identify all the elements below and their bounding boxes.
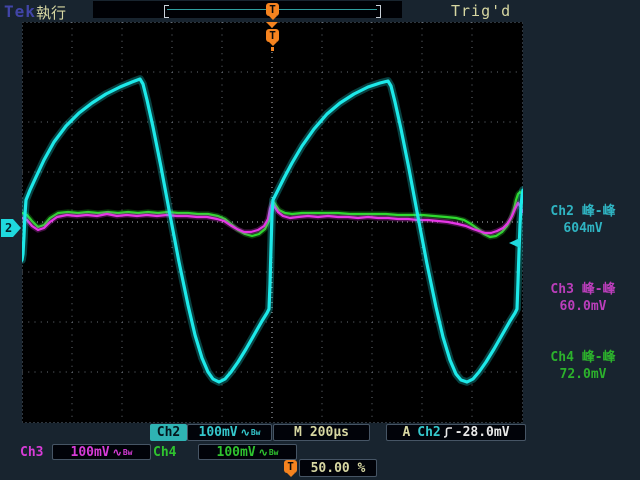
tek-logo: Tek <box>4 2 36 21</box>
ch2-position-marker: 2 <box>1 219 21 237</box>
trigger-position-readout-icon: T <box>284 460 297 473</box>
rising-slope-icon <box>443 426 453 439</box>
measurement-ch4-value: 72.0mV <box>527 366 639 383</box>
ch2-scale-readout: 100mV ∿ Bw <box>187 424 272 441</box>
ch2-coupling-icon: ∿ <box>241 426 250 439</box>
ch4-scale-value: 100mV <box>217 445 256 460</box>
measurement-ch3-value: 60.0mV <box>527 298 639 315</box>
measurement-ch4: Ch4 峰-峰 72.0mV <box>527 349 639 383</box>
ch3-channel-label: Ch3 <box>20 445 43 461</box>
ch2-channel-chip: Ch2 <box>150 424 187 441</box>
ch4-bandwidth-icon: Bw <box>269 448 279 457</box>
timebase-label: M <box>294 425 302 440</box>
record-window-right-bracket <box>376 5 381 18</box>
record-trigger-position-icon: T <box>266 3 279 16</box>
ch4-coupling-icon: ∿ <box>259 446 268 459</box>
ch3-scale-readout: 100mV ∿ Bw <box>52 444 151 460</box>
measurement-ch2: Ch2 峰-峰 604mV <box>527 203 639 237</box>
trigger-level-arrow-icon <box>509 238 520 248</box>
ch2-scale-value: 100mV <box>199 425 238 440</box>
trigger-level-value: -28.0mV <box>455 425 510 440</box>
trigger-status: Trig'd <box>451 2 511 20</box>
ch3-scale-value: 100mV <box>71 445 110 460</box>
trigger-position-arrow-icon <box>266 22 278 28</box>
trigger-mode-label: A <box>402 425 410 440</box>
measurement-ch2-label: Ch2 峰-峰 <box>527 203 639 220</box>
ch3-bandwidth-icon: Bw <box>123 448 133 457</box>
record-window-left-bracket <box>164 5 169 18</box>
trigger-position-value: 50.00 % <box>311 461 366 476</box>
ch2-bandwidth-icon: Bw <box>251 428 261 437</box>
measurement-ch3: Ch3 峰-峰 60.0mV <box>527 281 639 315</box>
ch4-scale-readout: 100mV ∿ Bw <box>198 444 297 460</box>
measurement-ch4-label: Ch4 峰-峰 <box>527 349 639 366</box>
oscilloscope-screen: Tek 執行 Trig'd T T 2 Ch2 峰-峰 604mV Ch3 峰-… <box>0 0 640 480</box>
measurement-ch3-label: Ch3 峰-峰 <box>527 281 639 298</box>
trigger-position-readout: 50.00 % <box>299 459 377 477</box>
trigger-position-badge-icon: T <box>266 29 279 42</box>
waveform-plot <box>22 22 523 423</box>
graticule <box>22 22 523 423</box>
trigger-readout: A Ch2 -28.0mV <box>386 424 526 441</box>
ch4-channel-label: Ch4 <box>153 445 176 461</box>
acquisition-status: 執行 <box>36 2 66 23</box>
trace-ch2 <box>22 79 523 382</box>
measurement-ch2-value: 604mV <box>527 220 639 237</box>
timebase-readout: M 200µs <box>273 424 370 441</box>
trigger-source: Ch2 <box>417 425 440 440</box>
record-view-bar: T <box>93 1 402 18</box>
trigger-position-stem <box>271 47 274 51</box>
timebase-value: 200µs <box>310 425 349 440</box>
ch3-coupling-icon: ∿ <box>113 446 122 459</box>
